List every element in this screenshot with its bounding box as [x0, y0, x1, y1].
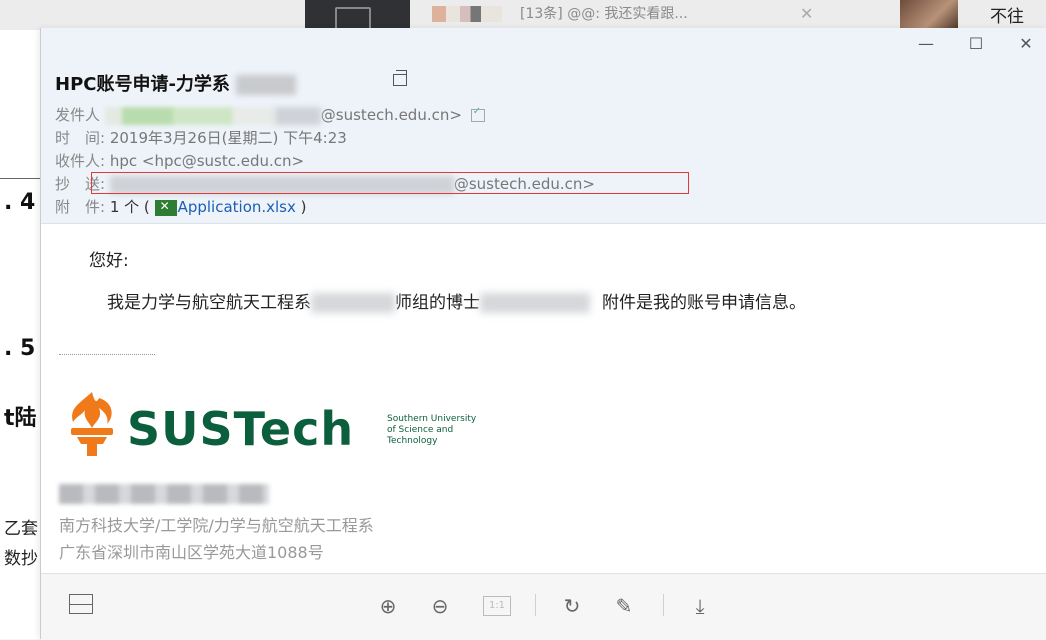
- window-controls: — ☐ ✕: [917, 34, 1035, 53]
- popout-icon[interactable]: [393, 70, 407, 86]
- bg-heading-3: t陆: [4, 406, 37, 431]
- redacted-sender-2: [274, 106, 321, 125]
- layout-toggle-icon[interactable]: [69, 594, 93, 614]
- taskbar-right-text: 不往: [990, 7, 1024, 27]
- bg-heading-2: . 5: [4, 336, 36, 361]
- toolbar-separator: [663, 594, 664, 616]
- chat-preview[interactable]: [13条] @@: 我还实看跟...: [520, 3, 688, 23]
- signature-address: 广东省深圳市南山区学苑大道1088号: [59, 543, 324, 562]
- minimize-button[interactable]: —: [917, 34, 935, 53]
- zoom-out-button[interactable]: ⊖: [427, 594, 453, 618]
- close-button[interactable]: ✕: [1017, 34, 1035, 53]
- redacted-name: [235, 75, 296, 95]
- divider: [0, 178, 42, 179]
- body-line: 我是力学与航空航天工程系 师组的博士 附件是我的账号申请信息。: [107, 288, 806, 313]
- toolbar-separator: [535, 594, 536, 616]
- redacted-student: [480, 293, 590, 313]
- taskbar: [13条] @@: 我还实看跟... ✕ 不往: [0, 0, 1046, 31]
- attachment-link[interactable]: Application.xlsx: [178, 198, 296, 216]
- background-document: . 4 . 5 t陆 乙套 数抄: [0, 30, 42, 639]
- actual-size-button[interactable]: 1:1: [483, 596, 511, 616]
- from-label: 发件人: [55, 106, 101, 124]
- redacted-advisor: [311, 293, 395, 313]
- redacted-signature-name: [59, 484, 269, 504]
- attachment-row: 附 件: 1 个 ( Application.xlsx ): [55, 196, 307, 217]
- time-label: 时 间:: [55, 129, 106, 147]
- avatar[interactable]: [900, 0, 958, 30]
- greeting: 您好:: [89, 251, 129, 271]
- sustech-logo: SUSTech Southern University of Science a…: [59, 388, 529, 468]
- brand-name: SUSTech: [127, 402, 355, 456]
- preview-toolbar: ⊕ ⊖ 1:1 ↻ ✎ ⤓: [41, 573, 1046, 640]
- time-value: 2019年3月26日(星期二) 下午4:23: [109, 129, 347, 147]
- bg-text-1: 乙套: [4, 519, 38, 539]
- to-value[interactable]: hpc <hpc@sustc.edu.cn>: [110, 152, 304, 170]
- cc-highlight-box: [91, 172, 689, 194]
- chat-avatar-icons: [432, 6, 502, 22]
- pin-icon[interactable]: ✕: [800, 4, 813, 23]
- email-subject: HPC账号申请-力学系: [55, 70, 296, 96]
- to-row: 收件人: hpc <hpc@sustc.edu.cn>: [55, 150, 304, 171]
- body-part-2: 师组的博士: [395, 293, 480, 313]
- zoom-in-button[interactable]: ⊕: [375, 594, 401, 618]
- bg-heading-1: . 4: [4, 190, 36, 215]
- attach-close: ): [300, 198, 307, 216]
- subject-text: HPC账号申请-力学系: [55, 74, 230, 95]
- bg-text-2: 数抄: [4, 549, 38, 569]
- rotate-button[interactable]: ↻: [559, 594, 585, 618]
- excel-file-icon: [154, 199, 177, 216]
- email-preview-window: — ☐ ✕ HPC账号申请-力学系 发件人 @sustech.edu.cn> 时…: [40, 28, 1046, 640]
- time-row: 时 间: 2019年3月26日(星期二) 下午4:23: [55, 127, 347, 148]
- from-row: 发件人 @sustech.edu.cn>: [55, 104, 485, 125]
- body-part-3: 附件是我的账号申请信息。: [602, 293, 806, 313]
- body-part-1: 我是力学与航空航天工程系: [107, 293, 311, 313]
- attach-count: 1 个 (: [109, 198, 150, 216]
- redacted-sender: [104, 106, 275, 125]
- signature-divider: [59, 354, 155, 355]
- maximize-button[interactable]: ☐: [967, 34, 985, 53]
- email-header: — ☐ ✕ HPC账号申请-力学系 发件人 @sustech.edu.cn> 时…: [41, 28, 1046, 224]
- to-label: 收件人:: [55, 152, 106, 170]
- attach-label: 附 件:: [55, 198, 106, 216]
- from-value[interactable]: @sustech.edu.cn>: [321, 106, 462, 124]
- torch-icon: [71, 392, 113, 456]
- verified-icon: [470, 106, 485, 122]
- download-button[interactable]: ⤓: [687, 594, 713, 618]
- taskbar-app-folder[interactable]: [305, 0, 410, 31]
- brand-tagline: Southern University of Science and Techn…: [387, 414, 477, 446]
- signature-department: 南方科技大学/工学院/力学与航空航天工程系: [59, 516, 374, 535]
- edit-button[interactable]: ✎: [611, 594, 637, 618]
